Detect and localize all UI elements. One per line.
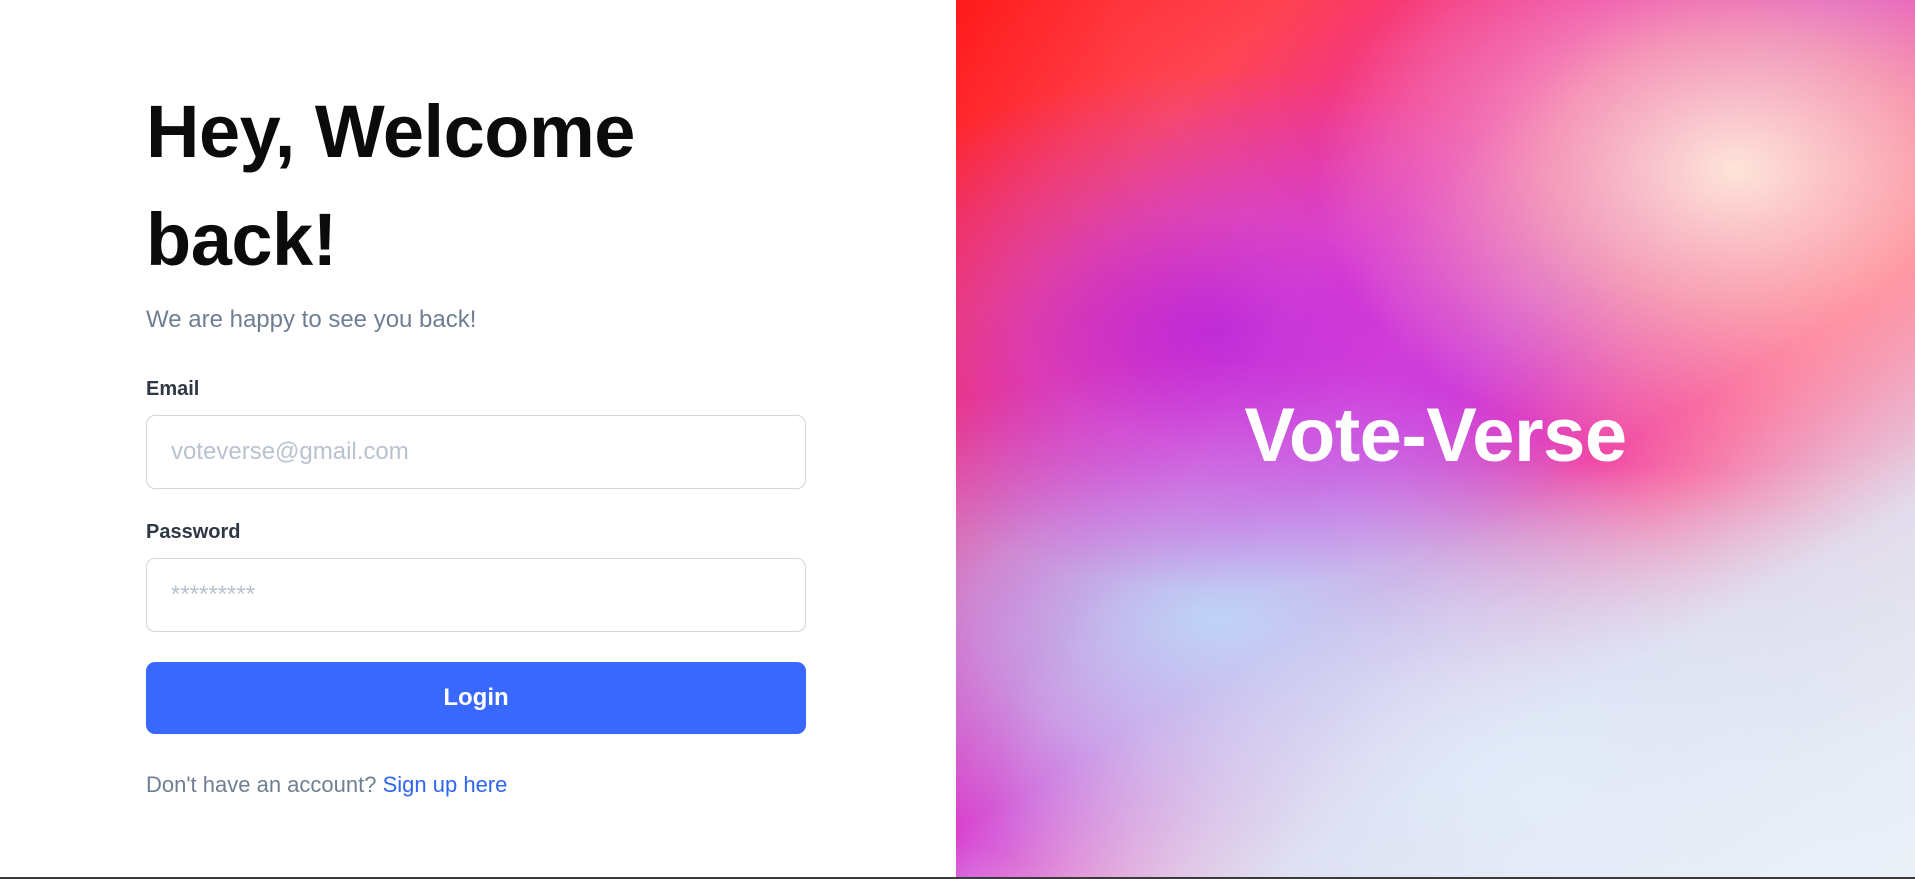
page-subtitle: We are happy to see you back! [146, 306, 477, 333]
login-page: Hey, Welcome back! We are happy to see y… [0, 0, 1915, 879]
signup-prompt: Don't have an account? [146, 772, 377, 797]
email-label: Email [146, 378, 200, 400]
hero-panel: Vote-Verse [956, 0, 1915, 877]
page-title: Hey, Welcome back! [146, 90, 635, 281]
login-form: Hey, Welcome back! We are happy to see y… [146, 78, 806, 798]
login-button[interactable]: Login [146, 662, 806, 734]
signup-link[interactable]: Sign up here [383, 772, 508, 797]
brand-title: Vote-Verse [1244, 393, 1627, 478]
password-label: Password [146, 521, 241, 543]
password-field[interactable] [146, 558, 806, 632]
email-field[interactable] [146, 415, 806, 489]
login-panel: Hey, Welcome back! We are happy to see y… [0, 0, 956, 877]
signup-row: Don't have an account? Sign up here [146, 772, 806, 798]
